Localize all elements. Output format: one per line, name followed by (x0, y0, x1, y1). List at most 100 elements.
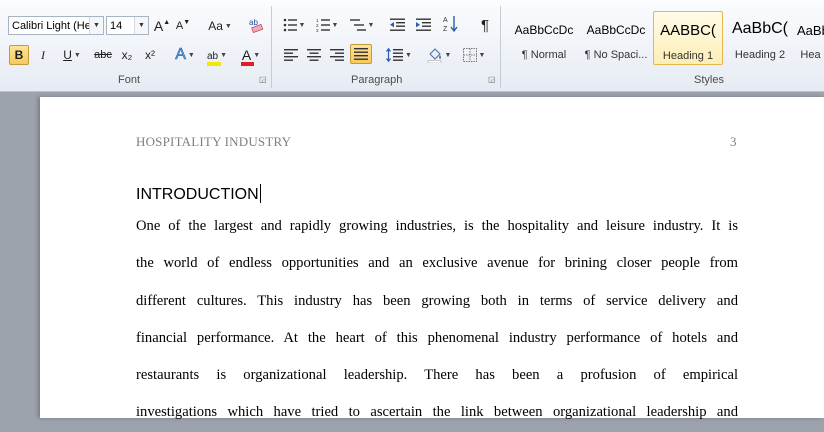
sort-icon: A Z (443, 16, 458, 33)
chevron-down-icon[interactable]: ▼ (134, 17, 148, 34)
clear-formatting-icon: ab (249, 18, 264, 33)
bold-icon: B (14, 48, 24, 62)
document-page[interactable]: HOSPITALITY INDUSTRY 3 INTRODUCTION One … (40, 97, 824, 420)
paragraph-line: investigations which have tried to ascer… (136, 404, 738, 421)
style-heading-2[interactable]: AaBbC( Heading 2 (725, 11, 795, 65)
sort-button[interactable]: A Z (441, 14, 461, 34)
highlight-color-bar (206, 62, 221, 66)
clear-formatting-button[interactable]: ab (246, 14, 266, 34)
paragraph-line: restaurants is organizational leadership… (136, 367, 738, 384)
justify-button[interactable] (350, 44, 372, 64)
style-name: Heading 2 (734, 49, 786, 61)
style-name: ¶ No Spaci... (584, 49, 648, 61)
paragraph-line: financial performance. At the heart of t… (136, 329, 738, 346)
align-right-button[interactable] (327, 45, 347, 65)
styles-gallery: AaBbCcDc ¶ Normal AaBbCcDc ¶ No Spaci...… (508, 9, 824, 69)
style-sample: AaBbCcDc (514, 23, 574, 37)
increase-indent-button[interactable] (412, 15, 434, 35)
change-case-button[interactable]: Aa ▼ (205, 16, 235, 36)
font-color-label: A (241, 47, 252, 63)
superscript-button[interactable]: x² (140, 45, 160, 65)
style-heading-1[interactable]: AABBC( Heading 1 (653, 11, 723, 65)
numbering-icon: 1 2 3 (316, 18, 330, 32)
align-left-icon (284, 49, 298, 61)
style-no-spacing[interactable]: AaBbCcDc ¶ No Spaci... (581, 11, 651, 65)
show-formatting-marks-button[interactable]: ¶ (475, 15, 495, 35)
styles-group-label: Styles (694, 74, 724, 86)
style-name: ¶ Normal (521, 49, 567, 61)
running-header: HOSPITALITY INDUSTRY (136, 134, 292, 149)
group-separator (271, 6, 272, 88)
group-separator (500, 6, 501, 88)
svg-text:3: 3 (316, 28, 319, 32)
style-heading-3[interactable]: AaBb Hea (797, 11, 824, 65)
bold-button[interactable]: B (9, 45, 29, 65)
body-paragraph[interactable]: One of the largest and rapidly growing i… (136, 208, 738, 432)
change-case-icon: Aa (208, 19, 223, 33)
shrink-font-button[interactable]: A ▼ (174, 16, 192, 36)
paragraph-line: the world of endless opportunities and a… (136, 255, 738, 272)
highlight-button[interactable]: ab ▼ (202, 45, 232, 66)
section-heading[interactable]: INTRODUCTION (136, 184, 261, 204)
line-spacing-button[interactable]: ▼ (384, 45, 414, 65)
grow-font-icon: A (153, 18, 164, 34)
borders-icon (462, 48, 477, 62)
pilcrow-icon: ¶ (480, 16, 490, 34)
page-number: 3 (730, 134, 737, 149)
style-sample: AaBbC( (731, 20, 789, 37)
paragraph-line: One of the largest and rapidly growing i… (136, 218, 738, 234)
chevron-down-icon[interactable]: ▼ (89, 17, 103, 34)
font-name-value: Calibri Light (He (12, 20, 91, 32)
section-heading-text: INTRODUCTION (136, 186, 259, 203)
style-sample: AaBbCcDc (586, 23, 646, 37)
font-dialog-launcher-icon[interactable]: ◲ (259, 76, 267, 84)
bullets-icon (283, 18, 297, 32)
bullets-button[interactable]: ▼ (281, 15, 307, 35)
font-name-combo[interactable]: Calibri Light (He ▼ (8, 16, 104, 35)
grow-font-button[interactable]: A ▲ (153, 16, 171, 36)
text-effects-icon: A (175, 46, 186, 64)
borders-button[interactable]: ▼ (459, 45, 489, 65)
strikethrough-button[interactable]: abc (92, 45, 114, 65)
italic-button[interactable]: I (33, 45, 53, 65)
superscript-icon: x² (145, 48, 155, 62)
numbering-button[interactable]: 1 2 3 ▼ (313, 15, 341, 35)
text-effects-button[interactable]: A ▼ (172, 45, 198, 65)
subscript-button[interactable]: x₂ (117, 45, 137, 65)
style-sample: AaBb (797, 23, 824, 38)
svg-text:A: A (443, 17, 448, 24)
increase-indent-icon (415, 18, 431, 31)
italic-icon: I (41, 47, 45, 62)
font-color-button[interactable]: A ▼ (236, 45, 266, 66)
style-normal[interactable]: AaBbCcDc ¶ Normal (509, 11, 579, 65)
paragraph-dialog-launcher-icon[interactable]: ◲ (488, 76, 496, 84)
align-right-icon (330, 49, 344, 61)
strikethrough-icon: abc (94, 49, 112, 61)
subscript-icon: x₂ (121, 48, 133, 62)
align-center-icon (307, 49, 321, 61)
shading-button[interactable]: ▼ (424, 45, 454, 65)
document-gutter (0, 92, 40, 418)
font-color-bar (240, 62, 254, 66)
svg-text:Z: Z (443, 26, 448, 33)
multilevel-list-icon (349, 19, 366, 31)
underline-icon: U (63, 48, 72, 62)
highlight-label: ab (206, 51, 219, 62)
align-left-button[interactable] (281, 45, 301, 65)
style-name: Hea (800, 49, 821, 61)
paragraph-group-label: Paragraph (351, 74, 403, 86)
ribbon: Calibri Light (He ▼ 14 ▼ A ▲ A ▼ Aa ▼ ab B … (0, 0, 824, 92)
font-group-label: Font (118, 74, 141, 86)
line-spacing-icon (386, 48, 404, 62)
paint-bucket-icon (427, 48, 441, 63)
underline-button[interactable]: U ▼ (57, 45, 87, 65)
multilevel-list-button[interactable]: ▼ (347, 15, 377, 35)
align-center-button[interactable] (304, 45, 324, 65)
decrease-indent-button[interactable] (386, 15, 408, 35)
font-color-icon: A (240, 47, 254, 66)
decrease-indent-icon (389, 18, 405, 31)
font-size-value: 14 (110, 20, 123, 32)
highlight-icon: ab (206, 48, 221, 66)
font-size-combo[interactable]: 14 ▼ (106, 16, 149, 35)
paragraph-line: different cultures. This industry has be… (136, 292, 738, 309)
